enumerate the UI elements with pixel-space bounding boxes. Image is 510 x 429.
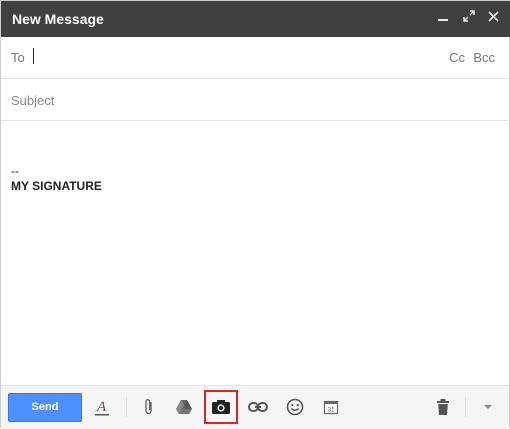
- minimize-icon[interactable]: [434, 9, 452, 27]
- popout-icon[interactable]: [460, 9, 478, 27]
- attach-files-icon[interactable]: [138, 396, 160, 418]
- discard-draft-icon[interactable]: [432, 396, 454, 418]
- to-input[interactable]: [33, 45, 433, 69]
- svg-text:A: A: [96, 399, 107, 415]
- subject-input[interactable]: [11, 89, 491, 111]
- send-button[interactable]: Send: [8, 393, 82, 422]
- insert-emoticon-icon[interactable]: [284, 396, 306, 418]
- text-cursor: [33, 48, 34, 64]
- subject-row: [1, 79, 509, 121]
- compose-window: New Message To Cc Bcc -- MY SIGNATURE Se…: [0, 0, 510, 429]
- signature-separator: --: [11, 164, 19, 178]
- toolbar-divider: [465, 397, 466, 417]
- cc-link[interactable]: Cc: [449, 50, 465, 65]
- formatting-options-icon[interactable]: A: [91, 396, 113, 418]
- signature-text: MY SIGNATURE: [11, 179, 102, 193]
- bcc-link[interactable]: Bcc: [473, 50, 495, 65]
- more-options-icon[interactable]: [477, 396, 499, 418]
- message-body[interactable]: -- MY SIGNATURE: [1, 122, 509, 380]
- to-label: To: [11, 50, 25, 65]
- calendar-day-label: 31: [327, 407, 335, 414]
- compose-toolbar: Send A 31: [1, 385, 509, 429]
- insert-from-drive-icon[interactable]: [173, 396, 195, 418]
- compose-title: New Message: [12, 11, 104, 27]
- toolbar-divider: [126, 397, 127, 417]
- compose-titlebar[interactable]: New Message: [1, 1, 510, 37]
- insert-link-icon[interactable]: [247, 396, 269, 418]
- insert-invitation-icon[interactable]: 31: [320, 396, 342, 418]
- close-icon[interactable]: [484, 9, 502, 27]
- insert-photo-icon[interactable]: [210, 396, 232, 418]
- to-row: To Cc Bcc: [1, 37, 509, 79]
